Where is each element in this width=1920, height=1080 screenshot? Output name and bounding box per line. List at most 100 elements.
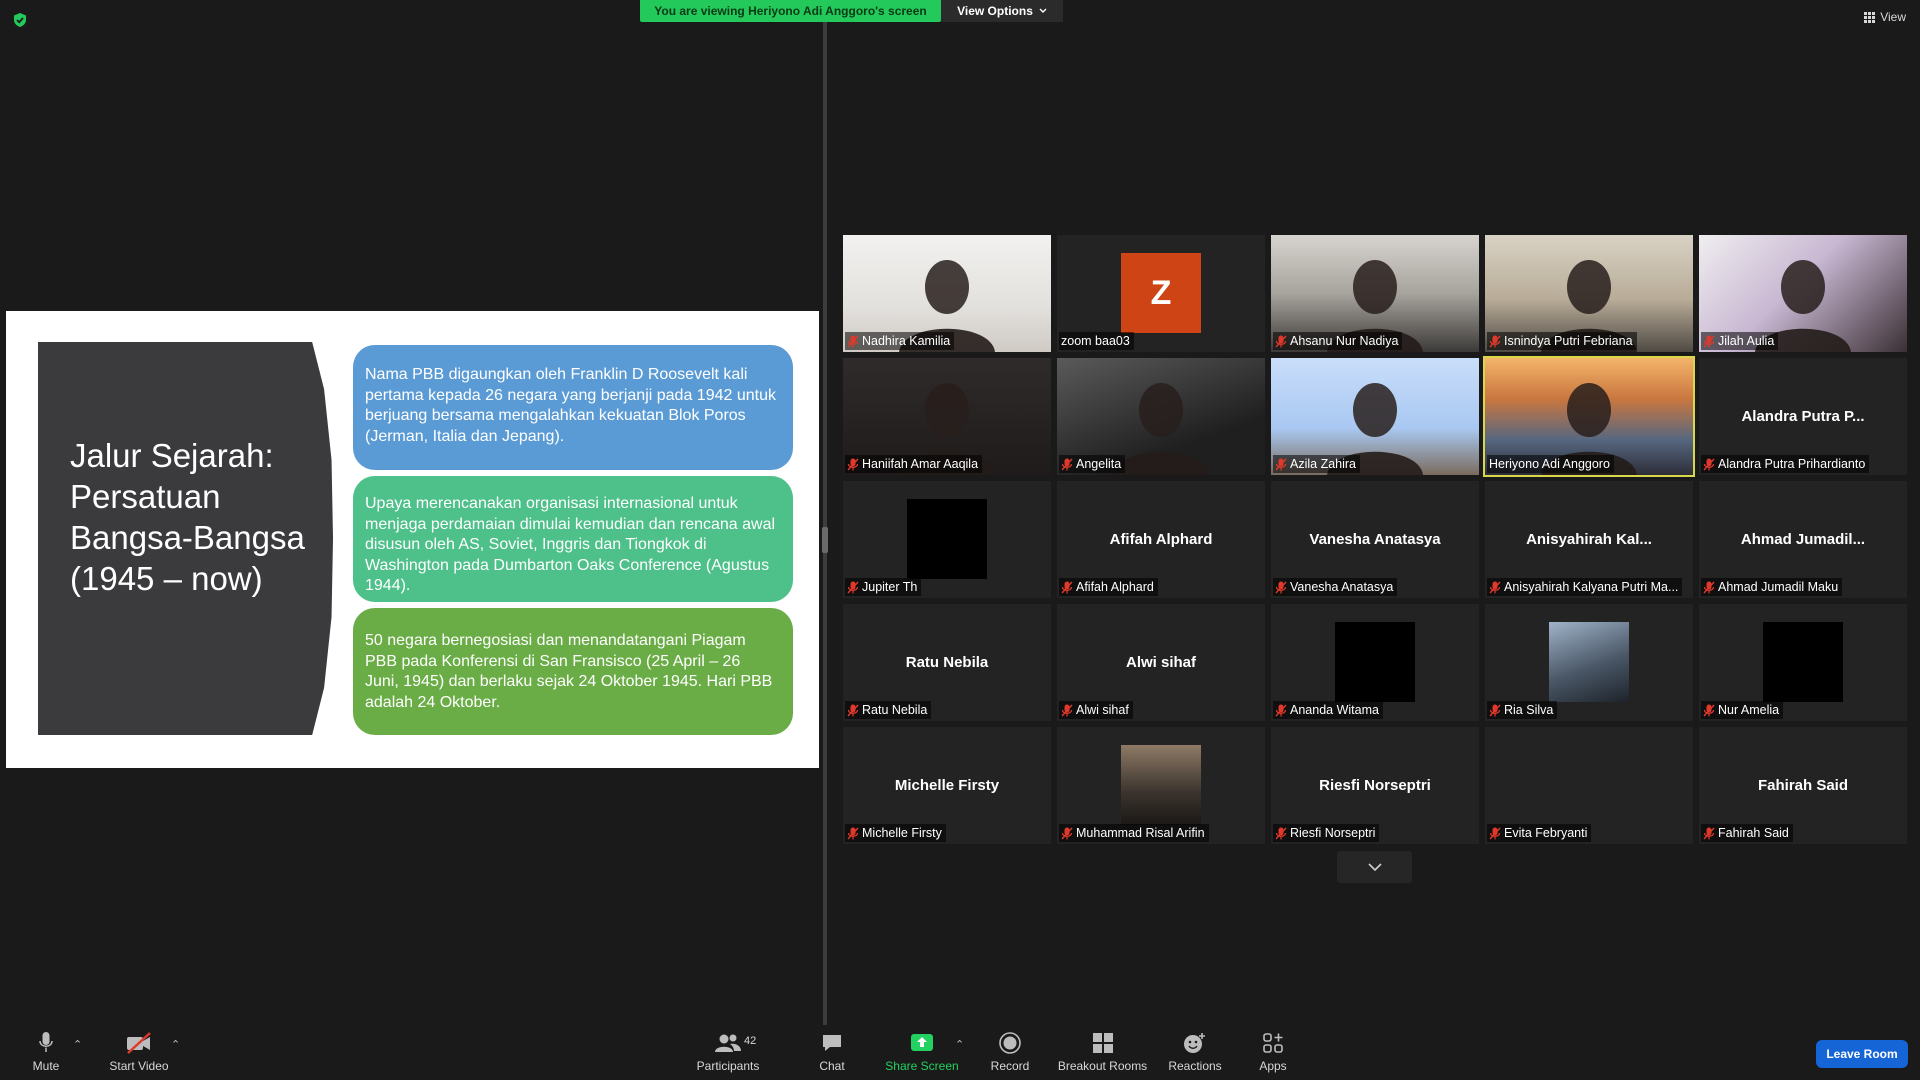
reactions-button[interactable]: Reactions <box>1165 1025 1225 1080</box>
shared-screen-slide: Jalur Sejarah: Persatuan Bangsa-Bangsa (… <box>6 311 819 768</box>
participants-button[interactable]: Participants <box>693 1025 763 1080</box>
participant-display-name: Ahmad Jumadil... <box>1740 531 1866 548</box>
mic-off-icon <box>1489 335 1501 347</box>
participant-name: Afifah Alphard <box>1076 580 1154 594</box>
participant-tile[interactable]: Jilah Aulia <box>1699 235 1907 352</box>
profile-picture <box>907 499 987 579</box>
participant-tile[interactable]: Anisyahirah Kal... Anisyahirah Kalyana Pu… <box>1485 481 1693 598</box>
participant-tile[interactable]: Afifah Alphard Afifah Alphard <box>1057 481 1265 598</box>
mute-button[interactable]: Mute <box>26 1025 66 1080</box>
participant-tile[interactable]: Nadhira Kamilia <box>843 235 1051 352</box>
view-button-label: View <box>1880 10 1906 24</box>
participant-name-label: Riesfi Norseptri <box>1273 824 1380 842</box>
participant-name: Michelle Firsty <box>862 826 942 840</box>
participant-tile[interactable]: Alwi sihaf Alwi sihaf <box>1057 604 1265 721</box>
participant-name: Isnindya Putri Febriana <box>1504 334 1633 348</box>
mic-off-icon <box>847 335 859 347</box>
chat-button[interactable]: Chat <box>812 1025 852 1080</box>
reactions-label: Reactions <box>1168 1059 1222 1073</box>
apps-label: Apps <box>1259 1059 1287 1073</box>
participant-tile[interactable]: Ahmad Jumadil... Ahmad Jumadil Maku <box>1699 481 1907 598</box>
mic-off-icon <box>1061 458 1073 470</box>
participant-tile[interactable]: Riesfi Norseptri Riesfi Norseptri <box>1271 727 1479 844</box>
participant-display-name: Fahirah Said <box>1757 777 1849 794</box>
participant-tile[interactable]: Alandra Putra P... Alandra Putra Prihardi… <box>1699 358 1907 475</box>
start-video-button[interactable]: Start Video <box>104 1025 174 1080</box>
shield-icon[interactable] <box>12 12 28 28</box>
participant-name: Alandra Putra Prihardianto <box>1718 457 1866 471</box>
participant-tile[interactable]: Ananda Witama <box>1271 604 1479 721</box>
share-screen-button[interactable]: Share Screen <box>882 1025 962 1080</box>
participant-name-label: Ratu Nebila <box>845 701 932 719</box>
participant-name: Ria Silva <box>1504 703 1554 717</box>
mic-off-icon <box>1275 335 1287 347</box>
participant-name-label: Nur Amelia <box>1701 701 1784 719</box>
participant-name: Ratu Nebila <box>862 703 928 717</box>
participant-tile[interactable]: Evita Febryanti <box>1485 727 1693 844</box>
slide-title: Jalur Sejarah: Persatuan Bangsa-Bangsa (… <box>70 437 305 597</box>
participant-name: Angelita <box>1076 457 1122 471</box>
share-options-caret[interactable]: ⌃ <box>955 1038 964 1051</box>
mic-off-icon <box>1703 458 1715 470</box>
participant-name: Jupiter Th <box>862 580 918 594</box>
participant-name: Ahsanu Nur Nadiya <box>1290 334 1399 348</box>
participant-name: Ananda Witama <box>1290 703 1379 717</box>
zoom-meeting-window: You are viewing Heriyono Adi Anggoro's s… <box>0 0 1920 1080</box>
split-divider[interactable] <box>823 22 827 1025</box>
participant-tile[interactable]: Haniifah Amar Aaqila <box>843 358 1051 475</box>
view-options-label: View Options <box>957 4 1033 18</box>
mic-off-icon <box>1489 704 1501 716</box>
participants-icon <box>715 1034 741 1052</box>
meeting-toolbar: Mute ⌃ Start Video ⌃ Participants 42 Cha… <box>0 1025 1920 1080</box>
share-screen-label: Share Screen <box>885 1059 959 1073</box>
video-options-caret[interactable]: ⌃ <box>171 1038 180 1051</box>
split-divider-handle[interactable] <box>822 527 828 553</box>
participant-tile[interactable]: Vanesha Anatasya Vanesha Anatasya <box>1271 481 1479 598</box>
avatar: Z <box>1121 253 1201 333</box>
leave-room-button[interactable]: Leave Room <box>1816 1040 1908 1068</box>
participant-name-label: Evita Febryanti <box>1487 824 1592 842</box>
participant-tile[interactable]: Isnindya Putri Febriana <box>1485 235 1693 352</box>
chevron-down-icon <box>1039 8 1047 13</box>
chat-icon <box>823 1035 841 1051</box>
participant-name-label: Angelita <box>1059 455 1126 473</box>
participant-name: Haniifah Amar Aaqila <box>862 457 979 471</box>
view-button[interactable]: View <box>1864 10 1906 24</box>
mic-off-icon <box>847 704 859 716</box>
participant-tile[interactable]: Ahsanu Nur Nadiya <box>1271 235 1479 352</box>
participant-name-label: Ria Silva <box>1487 701 1558 719</box>
breakout-rooms-label: Breakout Rooms <box>1057 1059 1148 1073</box>
participants-label: Participants <box>696 1059 760 1073</box>
breakout-rooms-button[interactable]: Breakout Rooms <box>1055 1025 1150 1080</box>
participant-tile[interactable]: Muhammad Risal Arifin <box>1057 727 1265 844</box>
participant-tile[interactable]: Michelle Firsty Michelle Firsty <box>843 727 1051 844</box>
participant-tile[interactable]: Ratu Nebila Ratu Nebila <box>843 604 1051 721</box>
participant-display-name: Alandra Putra P... <box>1741 408 1865 425</box>
participant-name: Alwi sihaf <box>1076 703 1129 717</box>
slide-point-2: Upaya merencanakan organisasi internasio… <box>353 476 793 602</box>
mic-off-icon <box>1061 704 1073 716</box>
record-button[interactable]: Record <box>985 1025 1035 1080</box>
participant-name-label: zoom baa03 <box>1059 332 1134 350</box>
profile-picture <box>1549 622 1629 702</box>
next-page-button[interactable] <box>1337 851 1412 883</box>
participant-tile[interactable]: Nur Amelia <box>1699 604 1907 721</box>
participant-name-label: Isnindya Putri Febriana <box>1487 332 1637 350</box>
participant-tile[interactable]: Angelita <box>1057 358 1265 475</box>
participant-tile[interactable]: Zzoom baa03 <box>1057 235 1265 352</box>
participant-tile[interactable]: Azila Zahira <box>1271 358 1479 475</box>
apps-button[interactable]: Apps <box>1253 1025 1293 1080</box>
participant-display-name: Anisyahirah Kal... <box>1526 531 1652 548</box>
participant-tile[interactable]: Jupiter Th <box>843 481 1051 598</box>
breakout-icon <box>1092 1033 1113 1053</box>
mic-off-icon <box>1703 581 1715 593</box>
mic-off-icon <box>1489 827 1501 839</box>
audio-options-caret[interactable]: ⌃ <box>73 1038 82 1051</box>
participant-tile[interactable]: Heriyono Adi Anggoro <box>1483 356 1695 477</box>
view-options-button[interactable]: View Options <box>941 0 1063 22</box>
participant-name-label: Heriyono Adi Anggoro <box>1487 455 1614 473</box>
participant-name: zoom baa03 <box>1061 334 1130 348</box>
participant-tile[interactable]: Fahirah Said Fahirah Said <box>1699 727 1907 844</box>
participant-name: Muhammad Risal Arifin <box>1076 826 1205 840</box>
participant-tile[interactable]: Ria Silva <box>1485 604 1693 721</box>
